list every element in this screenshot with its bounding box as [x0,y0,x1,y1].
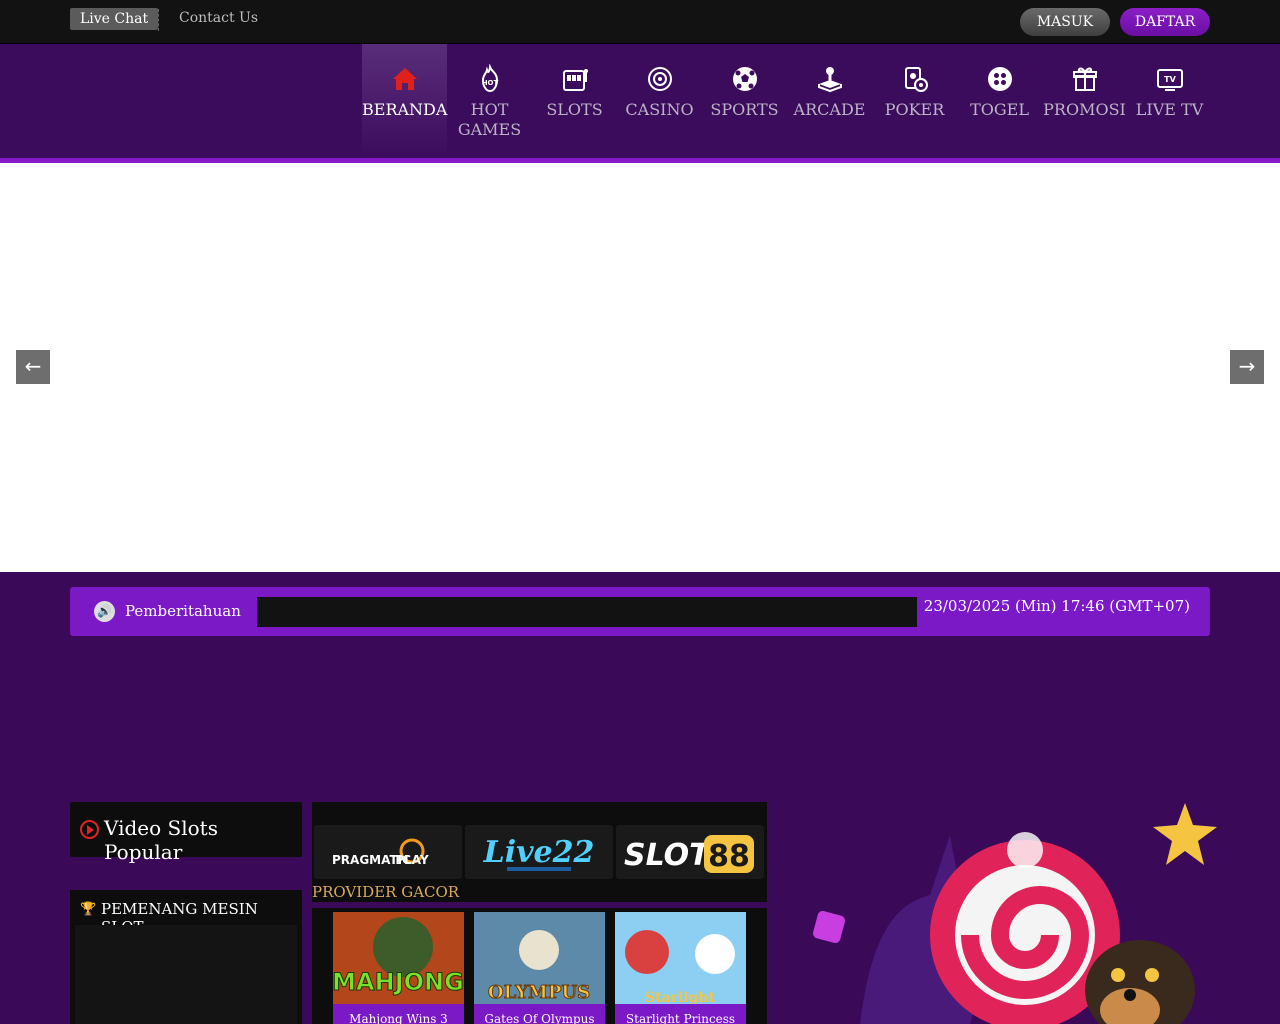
nav-item-arcade[interactable]: ARCADE [787,44,872,158]
nav-item-togel[interactable]: TOGEL [957,44,1042,158]
game-thumbnail: MAHJONG [333,912,464,1004]
svg-text:Live22: Live22 [483,835,595,870]
svg-text:PLAY: PLAY [395,853,429,867]
game-title: Gates Of Olympus [484,1012,595,1024]
nav-item-slots[interactable]: SLOTS [532,44,617,158]
nav-label: SLOTS [546,100,603,119]
svg-text:SLOT: SLOT [624,838,712,873]
nav-item-casino[interactable]: CASINO [617,44,702,158]
joystick-icon [817,67,842,93]
svg-text:OLYMPUS: OLYMPUS [488,982,590,1003]
nav-label: SPORTS [710,100,779,119]
game-thumbnail: Starlight [615,912,746,1004]
svg-text:88: 88 [708,839,750,874]
play-icon [80,820,99,839]
nav-label: ARCADE [793,100,866,119]
announcement-label: Pemberitahuan [125,602,241,620]
games-panel: MAHJONG Mahjong Wins 3 OLYMPUS Gates Of … [312,908,767,1024]
soccer-ball-icon [732,67,757,91]
game-card-gates-of-olympus[interactable]: OLYMPUS Gates Of Olympus [474,912,605,1024]
gift-icon [1072,67,1097,91]
banner-carousel: ← → [0,163,1280,572]
home-icon [392,68,417,90]
game-title: Starlight Princess [625,1012,736,1024]
video-slots-title: Video Slots Popular [104,816,218,864]
carousel-prev-button[interactable]: ← [16,350,50,384]
video-slots-header: Video Slots Popular [70,802,302,864]
nav-item-sports[interactable]: SPORTS [702,44,787,158]
nav-label: POKER [884,100,945,119]
announcement-bar: 🔊 Pemberitahuan 23/03/2025 (Min) 17:46 (… [70,587,1210,636]
svg-text:TV: TV [1164,75,1176,84]
register-button[interactable]: DAFTAR [1120,8,1210,36]
game-thumbnail: OLYMPUS [474,912,605,1004]
svg-text:Starlight: Starlight [645,990,716,1004]
lottery-ball-icon [987,67,1012,91]
slot-winners-panel: 🏆 PEMENANG MESIN SLOT [70,890,302,1024]
game-card-starlight-princess[interactable]: Starlight Starlight Princess [615,912,746,1024]
server-datetime: 23/03/2025 (Min) 17:46 (GMT+07) [923,597,1190,615]
game-card-mahjong-wins-3[interactable]: MAHJONG Mahjong Wins 3 [333,912,464,1024]
provider-logo-live22[interactable]: Live22 [465,825,613,879]
mascot-illustration [812,803,1217,1024]
live-chat-button[interactable]: Live Chat [70,8,159,30]
nav-item-poker[interactable]: POKER [872,44,957,158]
announcement-marquee [257,597,917,627]
trophy-icon: 🏆 [80,902,97,917]
svg-text:HOT: HOT [481,79,498,87]
carousel-next-button[interactable]: → [1230,350,1264,384]
nav-label: LIVE TV [1135,100,1204,119]
main-nav: BERANDA HOT HOT GAMES SLOTS CASINO SPORT… [0,44,1280,158]
nav-label: TOGEL [970,100,1029,119]
nav-label: HOT GAMES [457,100,522,139]
nav-item-live-tv[interactable]: TV LIVE TV [1127,44,1212,158]
svg-text:MAHJONG: MAHJONG [333,968,464,996]
provider-panel: PRAGMATIC PLAY Live22 SLOT 88 PROVIDER G… [312,802,767,902]
provider-gacor-title: PROVIDER GACOR [312,883,460,901]
speaker-icon: 🔊 [94,601,115,622]
hot-flame-icon: HOT [481,64,498,93]
nav-item-hot-games[interactable]: HOT HOT GAMES [447,44,532,158]
slot-machine-icon [562,69,588,91]
provider-logo-pragmatic-play[interactable]: PRAGMATIC PLAY [314,825,462,879]
nav-label: BERANDA [362,100,448,119]
nav-label: PROMOSI [1043,100,1126,119]
nav-item-promosi[interactable]: PROMOSI [1042,44,1127,158]
slot-winners-list [75,925,297,1024]
topbar-divider [158,9,159,31]
contact-us-link[interactable]: Contact Us [179,10,258,26]
login-button[interactable]: MASUK [1020,8,1110,36]
game-title: Mahjong Wins 3 [349,1012,448,1024]
nav-label: CASINO [625,100,694,119]
provider-logo-slot88[interactable]: SLOT 88 [616,825,764,879]
nav-item-beranda[interactable]: BERANDA [362,44,447,158]
poker-card-icon [904,67,928,92]
roulette-icon [647,67,672,91]
tv-icon: TV [1156,69,1183,91]
top-bar: Live Chat Contact Us MASUK DAFTAR [0,0,1280,44]
